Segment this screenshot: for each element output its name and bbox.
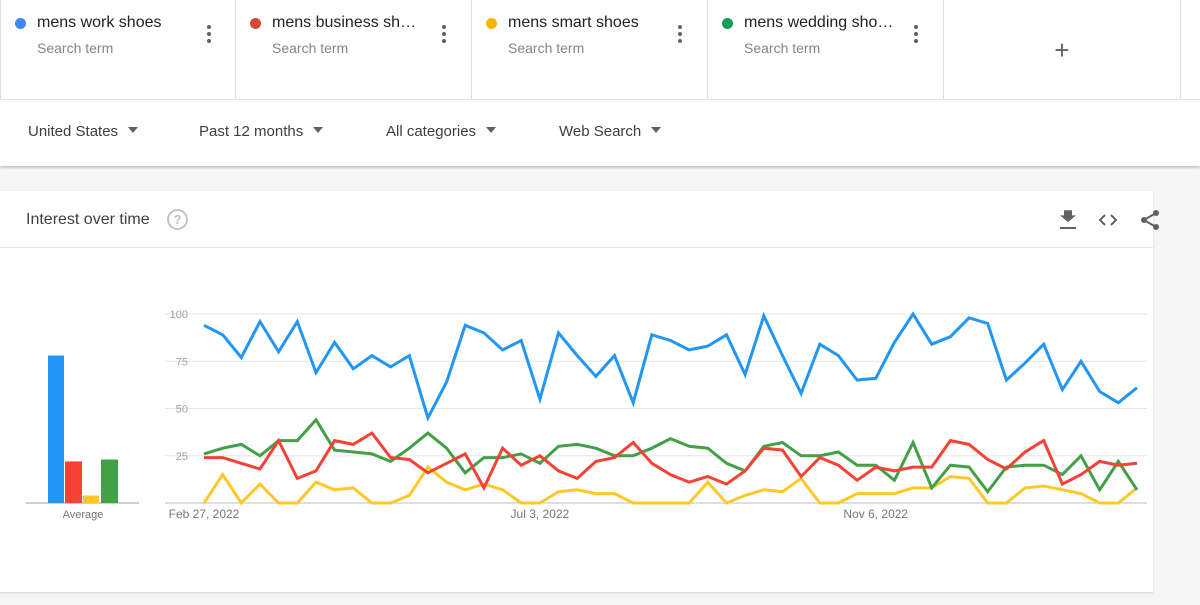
dropdown-arrow-icon [651, 127, 662, 134]
search-term-type: Search term [744, 40, 821, 56]
region-value: United States [28, 123, 119, 140]
search-term-card[interactable]: mens wedding sho… Search term [708, 0, 944, 100]
more-vert-icon[interactable] [204, 25, 214, 45]
more-vert-icon[interactable] [911, 25, 921, 45]
more-vert-icon[interactable] [439, 25, 449, 45]
region-dropdown[interactable]: United States [28, 123, 139, 140]
more-vert-icon[interactable] [675, 25, 685, 45]
search-term-name[interactable]: mens wedding sho… [744, 14, 893, 32]
search-term-name[interactable]: mens business sh… [272, 14, 416, 32]
share-icon[interactable] [1138, 208, 1162, 232]
dropdown-arrow-icon [486, 127, 497, 134]
download-icon[interactable] [1056, 208, 1080, 232]
search-type-dropdown[interactable]: Web Search [559, 123, 662, 140]
search-term-name[interactable]: mens work shoes [37, 14, 162, 32]
card-header: Interest over time ? [0, 191, 1159, 248]
embed-code-icon[interactable] [1096, 208, 1120, 232]
dropdown-arrow-icon [128, 127, 139, 134]
time-range-value: Past 12 months [199, 123, 304, 140]
plus-icon: + [1054, 34, 1070, 65]
interest-over-time-card: Interest over time ? [0, 191, 1159, 592]
card-title: Interest over time [26, 211, 150, 228]
category-value: All categories [386, 123, 477, 140]
series-color-dot [250, 18, 261, 29]
search-term-card[interactable]: mens business sh… Search term [236, 0, 472, 100]
time-range-dropdown[interactable]: Past 12 months [199, 123, 324, 140]
series-color-dot [15, 18, 26, 29]
dropdown-arrow-icon [313, 127, 324, 134]
search-term-card[interactable]: mens work shoes Search term [0, 0, 236, 100]
series-color-dot [486, 18, 497, 29]
search-term-name[interactable]: mens smart shoes [508, 14, 639, 32]
search-terms-bar: mens work shoes Search term mens busines… [0, 0, 1200, 100]
add-comparison-button[interactable]: + [944, 0, 1181, 100]
search-term-type: Search term [37, 40, 114, 56]
series-color-dot [722, 18, 733, 29]
category-dropdown[interactable]: All categories [386, 123, 497, 140]
help-icon[interactable]: ? [167, 209, 188, 230]
search-term-card[interactable]: mens smart shoes Search term [472, 0, 708, 100]
search-term-type: Search term [508, 40, 585, 56]
search-term-type: Search term [272, 40, 349, 56]
filter-bar: United States Past 12 months All categor… [0, 100, 1200, 166]
search-type-value: Web Search [559, 123, 642, 140]
